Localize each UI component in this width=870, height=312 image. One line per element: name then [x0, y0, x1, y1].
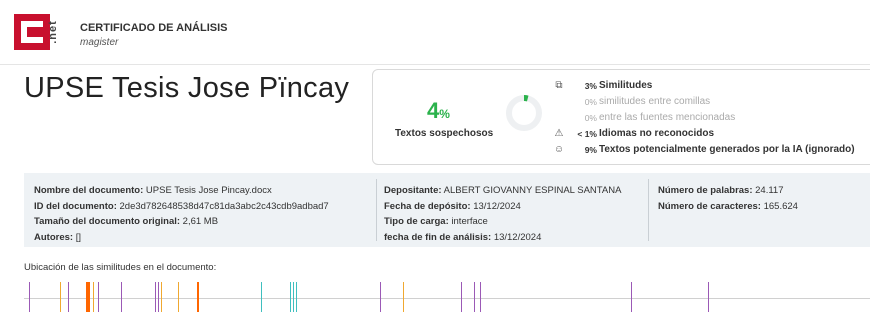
- similarity-mark[interactable]: [157, 282, 159, 312]
- similarity-mark[interactable]: [29, 282, 31, 312]
- suspicious-donut-chart: [506, 95, 542, 131]
- certificate-title: CERTIFICADO DE ANÁLISIS: [80, 22, 228, 34]
- certificate-header: .net CERTIFICADO DE ANÁLISIS magister: [0, 0, 870, 66]
- breakdown-percentage: 0%: [584, 97, 597, 107]
- similarity-mark[interactable]: [161, 282, 163, 312]
- deposit-date: 13/12/2024: [473, 200, 521, 212]
- similarity-mark[interactable]: [479, 282, 481, 312]
- similarity-mark[interactable]: [67, 282, 69, 312]
- similarity-mark[interactable]: [155, 282, 157, 312]
- info-column-counts: Número de palabras: 24.117 Número de car…: [658, 185, 798, 212]
- breakdown-text: similitudes entre comillas: [599, 96, 711, 107]
- certificate-subtitle: magister: [80, 37, 119, 48]
- similarity-mark[interactable]: [474, 282, 476, 312]
- depositor-name: ALBERT GIOVANNY ESPINAL SANTANA: [443, 185, 622, 196]
- track-baseline: [24, 298, 870, 299]
- similarity-mark[interactable]: [121, 282, 123, 312]
- breakdown-percentage: < 1%: [577, 129, 597, 139]
- analysis-end-date: 13/12/2024: [493, 231, 542, 243]
- document-info-panel: Nombre del documento: UPSE Tesis Jose Pi…: [24, 173, 870, 247]
- similarity-mark[interactable]: [290, 282, 292, 312]
- document-size: 2,61 MB: [182, 216, 219, 227]
- similarity-mark[interactable]: [707, 282, 709, 312]
- summary-card: 4% Textos sospechosos ⧉ 3% Similitudes 0% si…: [372, 69, 870, 165]
- character-count: 165.624: [763, 200, 798, 212]
- copy-icon: ⧉: [555, 80, 563, 91]
- info-column-document: Nombre del documento: UPSE Tesis Jose Pi…: [34, 185, 329, 243]
- similarity-mark[interactable]: [403, 282, 404, 312]
- breakdown-percentage: 9%: [584, 145, 597, 155]
- info-divider: [376, 179, 377, 241]
- document-title: UPSE Tesis Jose Pïncay: [24, 72, 350, 104]
- document-name: UPSE Tesis Jose Pincay.docx: [145, 185, 272, 196]
- similarity-mark[interactable]: [460, 282, 462, 312]
- breakdown-percentage: 3%: [584, 81, 597, 91]
- warning-icon: ⚠: [554, 128, 564, 139]
- breakdown-text: entre las fuentes mencionadas: [599, 112, 736, 123]
- word-count: 24.117: [755, 185, 784, 196]
- similarity-mark[interactable]: [197, 282, 200, 312]
- logo-net-text: .net: [46, 20, 59, 44]
- similarity-mark[interactable]: [177, 282, 179, 312]
- compilatio-logo: [14, 14, 50, 50]
- similarity-mark[interactable]: [293, 282, 295, 312]
- info-column-deposit: Depositante: ALBERT GIOVANNY ESPINAL SAN…: [384, 185, 622, 243]
- similarity-mark[interactable]: [260, 282, 262, 312]
- header-divider: [0, 64, 870, 65]
- similarity-mark[interactable]: [98, 282, 100, 312]
- similarity-mark[interactable]: [85, 282, 90, 312]
- similarity-location-label: Ubicación de las similitudes en el docum…: [24, 262, 217, 273]
- similarity-mark[interactable]: [295, 282, 297, 312]
- breakdown-percentage: 0%: [584, 113, 597, 123]
- breakdown-text: Idiomas no reconocidos: [599, 128, 715, 139]
- similarity-mark[interactable]: [59, 282, 61, 312]
- document-authors: []: [75, 231, 81, 243]
- similarity-location-track: [24, 282, 870, 312]
- ai-icon: ☺: [553, 144, 565, 155]
- similarity-mark[interactable]: [93, 282, 95, 312]
- similarity-mark[interactable]: [380, 282, 382, 312]
- info-divider: [648, 179, 649, 241]
- breakdown-text: Textos potencialmente generados por la I…: [599, 144, 855, 155]
- document-id: 2de3d782648538d47c81da3abc2c43cdb9adbad7: [119, 200, 329, 212]
- breakdown-text: Similitudes: [599, 80, 653, 91]
- similarity-mark[interactable]: [630, 282, 632, 312]
- donut-track: [506, 95, 542, 131]
- suspicious-label: Textos sospechosos: [395, 128, 494, 139]
- upload-type: interface: [451, 216, 488, 227]
- suspicious-percentage: 4%: [427, 98, 450, 123]
